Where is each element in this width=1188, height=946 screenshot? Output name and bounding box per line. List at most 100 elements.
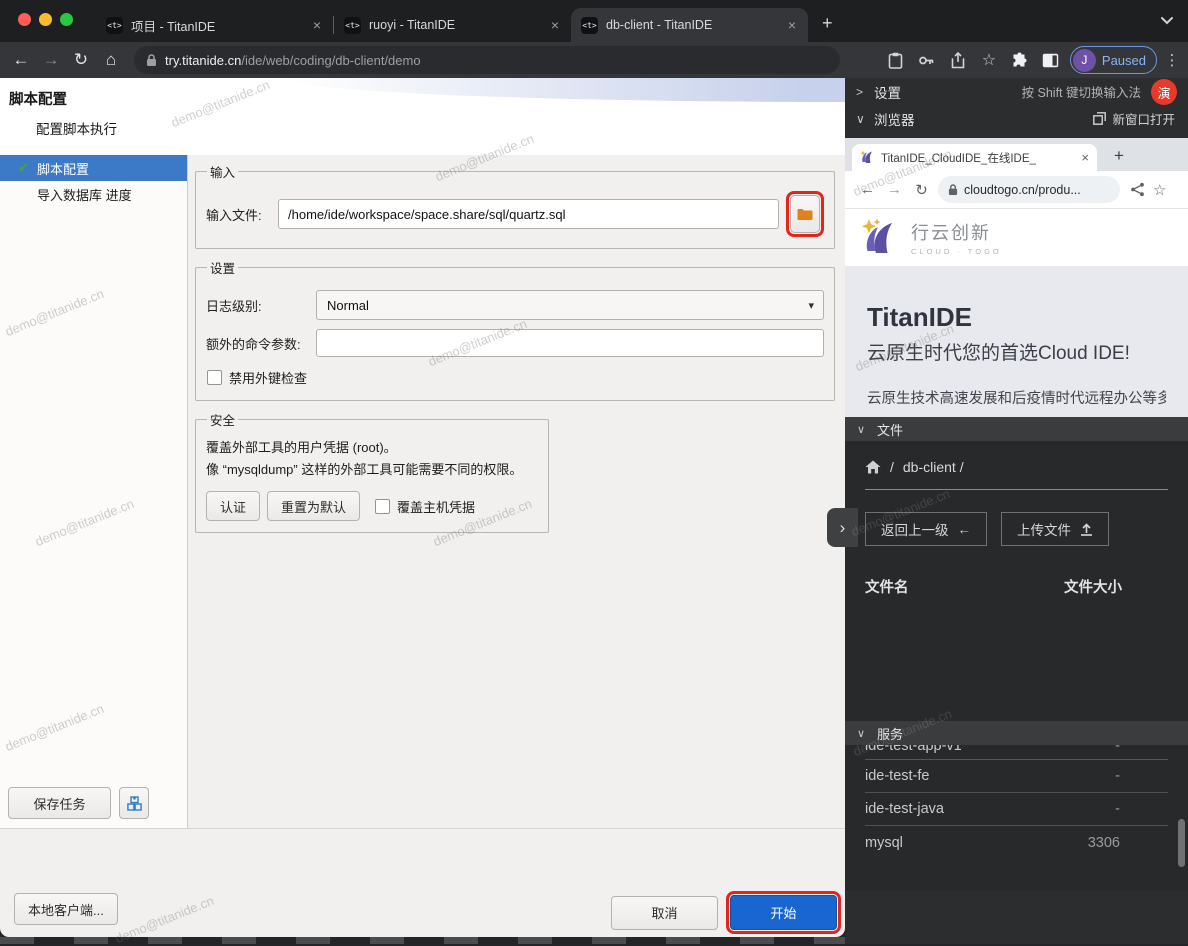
log-level-label: 日志级别:: [206, 296, 316, 315]
table-row[interactable]: ide-test-java -: [865, 793, 1168, 826]
back-icon[interactable]: ←: [6, 50, 36, 70]
zoom-window-button[interactable]: [60, 13, 73, 26]
go-up-button[interactable]: 返回上一级 ←: [865, 512, 987, 546]
page-stage: 脚本配置 配置脚本执行 ✔ 脚本配置 导入数据库 进度 保存任务: [0, 78, 1188, 944]
local-client-button[interactable]: 本地客户端...: [14, 893, 118, 925]
demo-badge[interactable]: 演: [1151, 79, 1177, 105]
sidebar-section-services[interactable]: ∨ 服务: [845, 721, 1188, 745]
chrome-menu-icon[interactable]: ⋮: [1164, 51, 1180, 69]
upload-icon: [1080, 523, 1093, 536]
close-tab-icon[interactable]: ×: [311, 17, 323, 33]
close-tab-icon[interactable]: ×: [786, 17, 798, 33]
extensions-puzzle-icon[interactable]: [1008, 48, 1032, 72]
reload-icon[interactable]: ↻: [908, 181, 935, 199]
arrow-left-icon: ←: [958, 522, 972, 537]
back-icon[interactable]: ←: [854, 181, 881, 198]
chevron-down-icon: ∨: [857, 423, 877, 436]
dialog-header: 脚本配置 配置脚本执行: [0, 78, 845, 155]
tab-db-client-active[interactable]: <t> db-client - TitanIDE ×: [571, 8, 808, 42]
ide-sidebar: > 设置 按 Shift 键切换输入法 演 ∨ 浏览器 新窗口打开 TitanI…: [845, 78, 1188, 944]
reset-default-button[interactable]: 重置为默认: [267, 491, 360, 521]
disable-fk-checkbox[interactable]: [207, 370, 222, 385]
side-panel-icon[interactable]: [1039, 48, 1063, 72]
tab-project[interactable]: <t> 项目 - TitanIDE ×: [96, 8, 333, 42]
open-new-window-button[interactable]: 新窗口打开: [1093, 109, 1175, 128]
mini-new-tab-button[interactable]: +: [1114, 146, 1124, 166]
input-group: 输入 输入文件:: [195, 162, 835, 249]
profile-paused-capsule[interactable]: J Paused: [1070, 46, 1157, 74]
tab-title: db-client - TitanIDE: [606, 18, 786, 32]
mini-address-bar[interactable]: cloudtogo.cn/produ...: [938, 176, 1120, 203]
address-bar[interactable]: try.titanide.cn /ide/web/coding/db-clien…: [134, 46, 840, 74]
tab-title: 项目 - TitanIDE: [131, 16, 311, 35]
close-tab-icon[interactable]: ×: [1081, 150, 1089, 165]
external-window-icon: [1093, 112, 1106, 125]
sidebar-section-browser[interactable]: ∨ 浏览器 新窗口打开: [845, 105, 1188, 132]
mini-browser-content: 行云创新 CLOUD · TOGO TitanIDE 云原生时代您的首选Clou…: [845, 209, 1188, 417]
forward-icon[interactable]: →: [881, 181, 908, 198]
sidebar-section-files[interactable]: ∨ 文件: [845, 417, 1188, 441]
tab-title: ruoyi - TitanIDE: [369, 18, 549, 32]
save-task-as-button[interactable]: [119, 787, 149, 819]
brand-name: 行云创新: [911, 219, 1002, 245]
table-row[interactable]: mysql 3306: [865, 826, 1168, 859]
input-file-field[interactable]: [278, 199, 779, 229]
mini-tab-title: TitanIDE_CloudIDE_在线IDE_: [881, 150, 1081, 166]
reload-icon[interactable]: ↻: [66, 50, 96, 70]
table-row[interactable]: ide-test-app-v1 -: [865, 745, 1168, 760]
step-script-config[interactable]: ✔ 脚本配置: [0, 155, 187, 181]
script-config-dialog: 脚本配置 配置脚本执行 ✔ 脚本配置 导入数据库 进度 保存任务: [0, 78, 845, 937]
share-dots-icon[interactable]: [1130, 182, 1145, 197]
bookmark-star-icon[interactable]: ☆: [977, 48, 1001, 72]
hero-section: TitanIDE 云原生时代您的首选Cloud IDE! 云原生技术高速发展和后…: [845, 266, 1188, 417]
wizard-steps-panel: ✔ 脚本配置 导入数据库 进度 保存任务: [0, 155, 188, 828]
col-filesize: 文件大小: [1064, 576, 1122, 597]
home-icon[interactable]: [865, 460, 881, 474]
browse-folder-button[interactable]: [790, 195, 820, 233]
sidebar-section-settings[interactable]: > 设置 按 Shift 键切换输入法 演: [845, 78, 1188, 105]
forward-icon[interactable]: →: [36, 50, 66, 70]
log-level-select[interactable]: Normal ▾: [316, 290, 824, 320]
tab-ruoyi[interactable]: <t> ruoyi - TitanIDE ×: [334, 8, 571, 42]
bookmark-star-icon[interactable]: ☆: [1153, 181, 1166, 199]
hero-subtitle: 云原生时代您的首选Cloud IDE!: [867, 338, 1166, 365]
mini-browser-navbar: ← → ↻ cloudtogo.cn/produ... ☆: [845, 171, 1188, 209]
table-row[interactable]: ide-test-fe -: [865, 760, 1168, 793]
folder-icon: [797, 208, 813, 221]
save-task-button[interactable]: 保存任务: [8, 787, 111, 819]
hero-title: TitanIDE: [867, 302, 1166, 333]
settings-group: 设置 日志级别: Normal ▾ 额外的命令参数: 禁用: [195, 258, 835, 401]
home-icon[interactable]: ⌂: [96, 50, 126, 70]
minimize-window-button[interactable]: [39, 13, 52, 26]
extra-args-field[interactable]: [316, 329, 824, 357]
macos-traffic-lights[interactable]: [18, 13, 73, 26]
brand-subtitle: CLOUD · TOGO: [911, 247, 1002, 256]
share-icon[interactable]: [946, 48, 970, 72]
titanide-favicon: <t>: [581, 17, 598, 34]
step-import-progress[interactable]: 导入数据库 进度: [0, 181, 187, 207]
start-button[interactable]: 开始: [730, 895, 837, 930]
disable-fk-label: 禁用外键检查: [229, 368, 307, 387]
security-group: 安全 覆盖外部工具的用户凭据 (root)。 像 “mysqldump” 这样的…: [195, 410, 549, 533]
breadcrumb-path[interactable]: db-client /: [903, 459, 964, 475]
dialog-subtitle: 配置脚本执行: [36, 118, 117, 138]
mini-browser-tab[interactable]: TitanIDE_CloudIDE_在线IDE_ ×: [852, 144, 1097, 171]
close-tab-icon[interactable]: ×: [549, 17, 561, 33]
chevron-right-icon: >: [856, 85, 874, 99]
cloudtogo-logo: [861, 218, 901, 258]
sidebar-collapse-handle[interactable]: ›: [827, 508, 858, 547]
lock-icon: [146, 54, 157, 67]
tab-search-chevron-icon[interactable]: [1160, 16, 1174, 26]
override-host-checkbox[interactable]: [375, 499, 390, 514]
key-icon[interactable]: [915, 48, 939, 72]
check-icon: ✔: [18, 160, 34, 176]
cancel-button[interactable]: 取消: [611, 896, 718, 930]
hero-paragraph: 云原生技术高速发展和后疫情时代远程办公等多因素的: [867, 387, 1166, 408]
auth-button[interactable]: 认证: [206, 491, 260, 521]
new-tab-button[interactable]: +: [822, 13, 833, 34]
scrollbar-thumb[interactable]: [1178, 819, 1185, 867]
upload-file-button[interactable]: 上传文件: [1001, 512, 1109, 546]
cloudtogo-favicon: [860, 150, 875, 165]
close-window-button[interactable]: [18, 13, 31, 26]
clipboard-icon[interactable]: [884, 48, 908, 72]
